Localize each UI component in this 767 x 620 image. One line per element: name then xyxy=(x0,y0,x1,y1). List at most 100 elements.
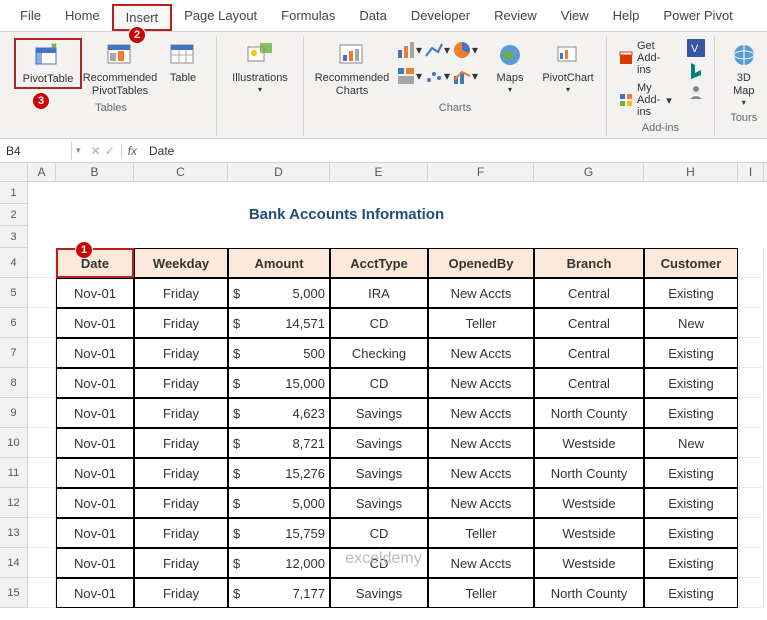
table-cell[interactable]: CD xyxy=(330,308,428,338)
table-cell[interactable]: Central xyxy=(534,278,644,308)
table-cell[interactable]: Existing xyxy=(644,458,738,488)
table-cell[interactable]: $5,000 xyxy=(228,278,330,308)
table-cell[interactable]: Nov-01 xyxy=(56,458,134,488)
tab-review[interactable]: Review xyxy=(482,4,549,31)
maps-button[interactable]: Maps ▾ xyxy=(486,38,534,97)
table-cell[interactable]: Central xyxy=(534,368,644,398)
cell[interactable] xyxy=(28,428,56,458)
table-cell[interactable]: $500 xyxy=(228,338,330,368)
table-cell[interactable]: New Accts xyxy=(428,278,534,308)
pie-chart-icon[interactable]: ▾ xyxy=(452,38,478,62)
fx-icon[interactable]: fx xyxy=(121,144,143,158)
table-cell[interactable]: Friday xyxy=(134,308,228,338)
cell[interactable] xyxy=(56,182,134,204)
table-cell[interactable]: $5,000 xyxy=(228,488,330,518)
line-chart-icon[interactable]: ▾ xyxy=(424,38,450,62)
tab-help[interactable]: Help xyxy=(601,4,652,31)
recommended-charts-button[interactable]: Recommended Charts xyxy=(312,38,392,100)
row-header[interactable]: 10 xyxy=(0,428,28,458)
row-header[interactable]: 8 xyxy=(0,368,28,398)
table-cell[interactable]: North County xyxy=(534,578,644,608)
table-header[interactable]: OpenedBy xyxy=(428,248,534,278)
cell[interactable] xyxy=(738,368,764,398)
visio-icon[interactable]: V xyxy=(686,38,706,58)
table-cell[interactable]: New Accts xyxy=(428,488,534,518)
table-cell[interactable]: Existing xyxy=(644,368,738,398)
column-header[interactable]: G xyxy=(534,163,644,181)
table-cell[interactable]: $7,177 xyxy=(228,578,330,608)
row-header[interactable]: 5 xyxy=(0,278,28,308)
cell[interactable] xyxy=(330,182,428,204)
table-cell[interactable]: Existing xyxy=(644,338,738,368)
bar-chart-icon[interactable]: ▾ xyxy=(396,38,422,62)
table-cell[interactable]: Nov-01 xyxy=(56,368,134,398)
row-header[interactable]: 3 xyxy=(0,226,28,248)
tab-view[interactable]: View xyxy=(549,4,601,31)
table-cell[interactable]: Friday xyxy=(134,338,228,368)
cell[interactable] xyxy=(534,182,644,204)
scatter-chart-icon[interactable]: ▾ xyxy=(424,64,450,88)
column-header[interactable]: E xyxy=(330,163,428,181)
cell[interactable] xyxy=(738,458,764,488)
row-header[interactable]: 9 xyxy=(0,398,28,428)
cell[interactable] xyxy=(738,182,764,204)
table-cell[interactable]: Friday xyxy=(134,518,228,548)
cell[interactable] xyxy=(738,338,764,368)
table-cell[interactable]: Friday xyxy=(134,278,228,308)
column-header[interactable]: F xyxy=(428,163,534,181)
recommended-pivottables-button[interactable]: Recommended PivotTables xyxy=(86,38,154,100)
table-cell[interactable]: Nov-01 xyxy=(56,278,134,308)
cell[interactable] xyxy=(428,182,534,204)
cell[interactable] xyxy=(134,226,228,248)
table-cell[interactable]: Existing xyxy=(644,488,738,518)
cell[interactable] xyxy=(56,226,134,248)
cell[interactable] xyxy=(28,488,56,518)
cell[interactable] xyxy=(738,308,764,338)
table-cell[interactable]: Friday xyxy=(134,488,228,518)
row-header[interactable]: 2 xyxy=(0,204,28,226)
table-header[interactable]: AcctType xyxy=(330,248,428,278)
table-cell[interactable]: Westside xyxy=(534,518,644,548)
3d-map-button[interactable]: 3D Map ▾ xyxy=(723,38,765,110)
formula-bar[interactable]: Date xyxy=(143,142,767,160)
table-cell[interactable]: New xyxy=(644,308,738,338)
cell[interactable] xyxy=(228,182,330,204)
my-addins-button[interactable]: My Add-ins ▾ xyxy=(615,80,676,120)
cell[interactable] xyxy=(428,226,534,248)
table-cell[interactable]: Teller xyxy=(428,578,534,608)
cell[interactable] xyxy=(644,226,738,248)
row-header[interactable]: 13 xyxy=(0,518,28,548)
table-cell[interactable]: CD xyxy=(330,518,428,548)
tab-developer[interactable]: Developer xyxy=(399,4,482,31)
cell[interactable] xyxy=(28,398,56,428)
table-cell[interactable]: Existing xyxy=(644,518,738,548)
cell[interactable] xyxy=(28,308,56,338)
row-header[interactable]: 12 xyxy=(0,488,28,518)
cell[interactable] xyxy=(134,182,228,204)
cell[interactable] xyxy=(28,204,56,226)
table-cell[interactable]: Nov-01 xyxy=(56,308,134,338)
row-header[interactable]: 4 xyxy=(0,248,28,278)
table-cell[interactable]: Checking xyxy=(330,338,428,368)
table-header[interactable]: Customer xyxy=(644,248,738,278)
combo-chart-icon[interactable]: ▾ xyxy=(452,64,478,88)
cell[interactable] xyxy=(228,226,330,248)
table-button[interactable]: Table xyxy=(158,38,208,87)
cell[interactable] xyxy=(738,226,764,248)
table-cell[interactable]: New Accts xyxy=(428,548,534,578)
cell[interactable] xyxy=(738,518,764,548)
cell[interactable] xyxy=(738,548,764,578)
cancel-icon[interactable]: ✕ xyxy=(91,144,101,158)
row-header[interactable]: 11 xyxy=(0,458,28,488)
illustrations-button[interactable]: Illustrations ▾ xyxy=(225,38,295,97)
table-cell[interactable]: CD xyxy=(330,548,428,578)
cell[interactable] xyxy=(738,278,764,308)
table-cell[interactable]: Savings xyxy=(330,458,428,488)
table-cell[interactable]: Friday xyxy=(134,458,228,488)
row-header[interactable]: 14 xyxy=(0,548,28,578)
table-header[interactable]: Branch xyxy=(534,248,644,278)
table-cell[interactable]: Teller xyxy=(428,308,534,338)
cell[interactable] xyxy=(738,398,764,428)
table-cell[interactable]: Central xyxy=(534,308,644,338)
table-header[interactable]: Date xyxy=(56,248,134,278)
